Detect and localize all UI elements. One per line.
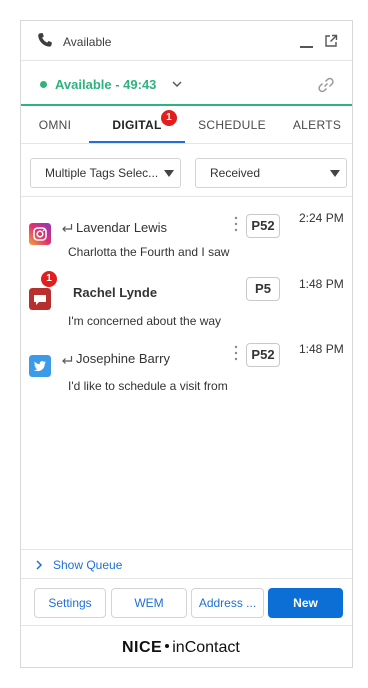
contact-name: Rachel Lynde: [73, 285, 158, 300]
priority-badge: P52: [246, 343, 280, 367]
priority-badge: P5: [246, 277, 280, 301]
notification-badge: 1: [161, 110, 177, 126]
tab-schedule[interactable]: SCHEDULE: [191, 108, 273, 143]
tab-digital-label: DIGITAL: [112, 118, 162, 132]
address-book-button[interactable]: Address ...: [191, 588, 264, 618]
reply-icon: [62, 224, 73, 232]
minimize-icon[interactable]: [300, 33, 314, 49]
more-options-icon[interactable]: [234, 345, 238, 361]
message-preview: Charlotta the Fourth and I saw: [68, 245, 230, 259]
phone-icon: [38, 33, 52, 47]
tab-omni[interactable]: OMNI: [21, 108, 89, 143]
wem-button[interactable]: WEM: [111, 588, 187, 618]
reply-icon: [62, 356, 73, 364]
channel-tabs: OMNI DIGITAL 1 SCHEDULE ALERTS: [21, 108, 352, 144]
conversation-item[interactable]: Josephine Barry P52 1:48 PM I'd like to …: [21, 339, 352, 399]
more-options-icon[interactable]: [234, 216, 238, 232]
link-icon[interactable]: [317, 76, 335, 94]
message-preview: I'm concerned about the way: [68, 314, 222, 328]
conversation-item[interactable]: Lavendar Lewis P52 2:24 PM Charlotta the…: [21, 206, 352, 266]
message-time: 2:24 PM: [299, 211, 344, 225]
nice-incontact-logo: NICE inContact: [122, 639, 240, 657]
filter-bar: Multiple Tags Selec... Received: [21, 145, 352, 197]
new-button[interactable]: New: [268, 588, 343, 618]
instagram-icon: [29, 223, 51, 245]
agent-status-row: Available - 49:43: [21, 62, 352, 106]
header-title: Available: [63, 35, 112, 49]
priority-badge: P52: [246, 214, 280, 238]
chat-icon: [29, 288, 51, 310]
tags-filter-select[interactable]: Multiple Tags Selec...: [30, 158, 181, 188]
panel-header: Available: [21, 21, 352, 61]
chevron-down-icon[interactable]: [171, 78, 183, 90]
state-filter-select[interactable]: Received: [195, 158, 347, 188]
tab-alerts[interactable]: ALERTS: [283, 108, 351, 143]
contact-name: Lavendar Lewis: [76, 220, 168, 235]
settings-button[interactable]: Settings: [34, 588, 106, 618]
footer: NICE inContact: [21, 627, 352, 667]
action-bar: Settings WEM Address ... New: [21, 580, 352, 626]
caret-down-icon: [164, 170, 174, 177]
popout-icon[interactable]: [324, 34, 338, 48]
message-preview: I'd like to schedule a visit from: [68, 379, 228, 393]
logo-brand-b: inContact: [172, 639, 240, 656]
agent-panel: Available Available - 49:43 OMNI DIGITAL…: [20, 20, 353, 668]
show-queue-label: Show Queue: [53, 558, 123, 572]
state-filter-value: Received: [210, 166, 261, 180]
tags-filter-value: Multiple Tags Selec...: [45, 166, 159, 180]
logo-dot: [165, 644, 170, 649]
caret-down-icon: [330, 170, 340, 177]
agent-status-dropdown[interactable]: Available - 49:43: [55, 77, 156, 92]
message-time: 1:48 PM: [299, 342, 344, 356]
logo-brand-a: NICE: [122, 639, 163, 656]
show-queue-toggle[interactable]: Show Queue: [21, 549, 352, 579]
message-time: 1:48 PM: [299, 277, 344, 291]
contact-name: Josephine Barry: [76, 351, 170, 366]
status-dot-icon: [40, 81, 47, 88]
tab-digital[interactable]: DIGITAL 1: [89, 108, 185, 143]
chevron-right-icon: [36, 560, 43, 570]
unread-badge: 1: [41, 271, 57, 287]
conversation-item[interactable]: 1 Rachel Lynde P5 1:48 PM I'm concerned …: [21, 271, 352, 335]
twitter-icon: [29, 355, 51, 377]
